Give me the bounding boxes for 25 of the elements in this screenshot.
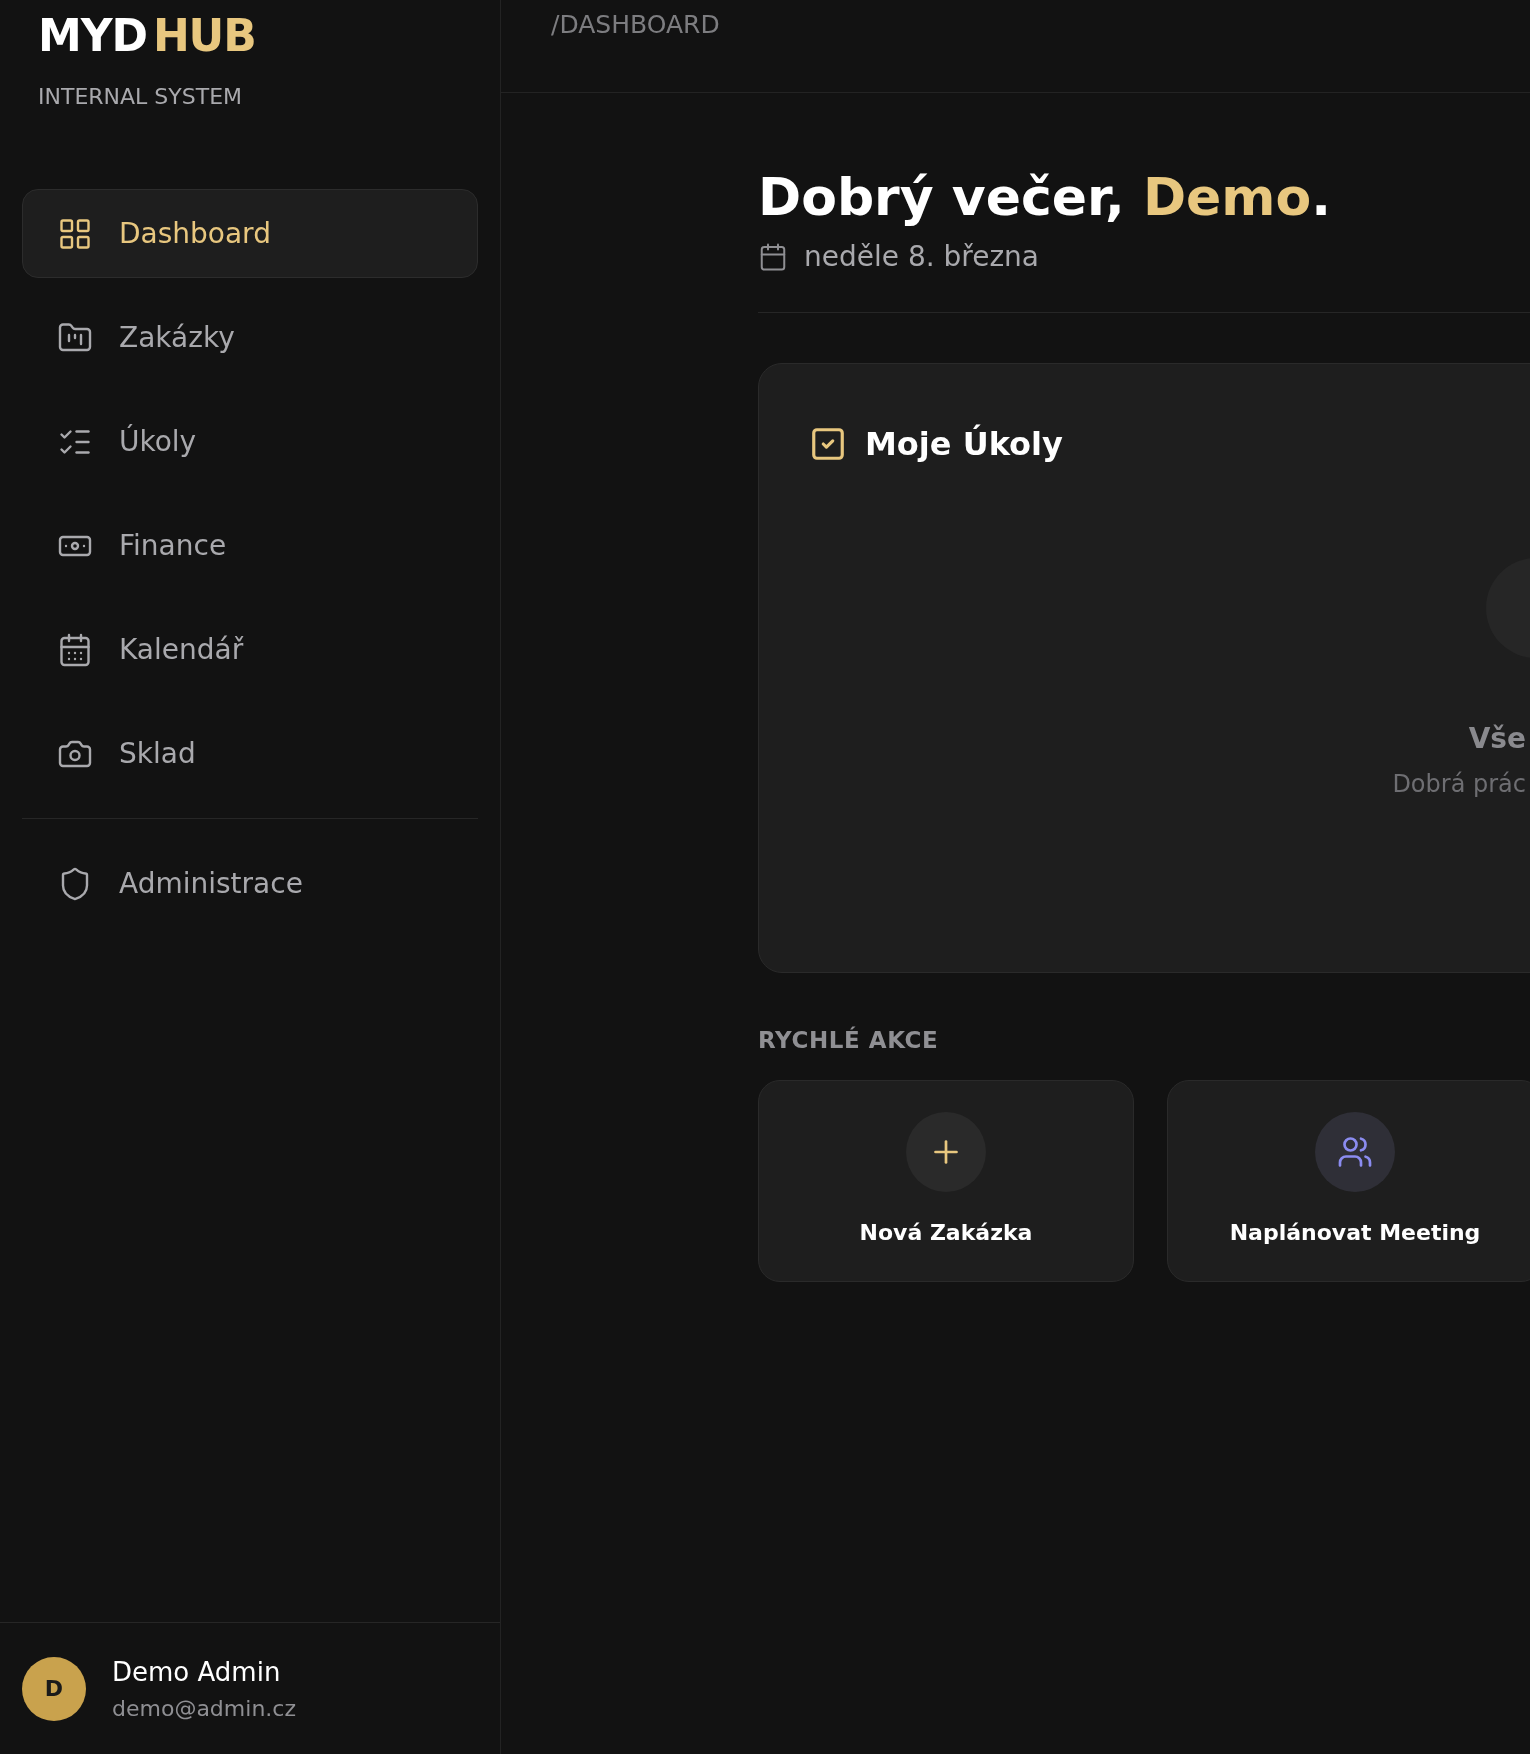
- sidebar-item[interactable]: Úkoly: [22, 397, 478, 486]
- sidebar-item[interactable]: Finance: [22, 501, 478, 590]
- avatar: D: [22, 1656, 86, 1721]
- checkbox-icon: [809, 425, 847, 463]
- quick-action-card[interactable]: Nová Zakázka: [758, 1079, 1134, 1282]
- sidebar-item[interactable]: Sklad: [22, 709, 478, 798]
- calendar-icon: [57, 631, 93, 668]
- section-heading: RYCHLÉ AKCE: [758, 1025, 940, 1055]
- quick-action-card[interactable]: Naplánovat Meeting: [1167, 1079, 1530, 1282]
- empty-state-text: Dobrá prác: [1392, 769, 1526, 800]
- card-title: Moje Úkoly: [865, 423, 1063, 465]
- sidebar-item[interactable]: Zakázky: [22, 293, 478, 382]
- users-icon: [1337, 1134, 1373, 1170]
- date-text: neděle 8. března: [804, 239, 1039, 275]
- user-name: Demo Admin: [112, 1655, 282, 1689]
- user-email: demo@admin.cz: [112, 1694, 296, 1723]
- sidebar-item[interactable]: Dashboard: [22, 189, 478, 278]
- sidebar-item[interactable]: Administrace: [22, 839, 478, 928]
- logo-text: MYD HUB: [38, 14, 257, 58]
- sidebar-item[interactable]: Kalendář: [22, 605, 478, 694]
- breadcrumb: /DASHBOARD: [551, 10, 720, 39]
- empty-state-title: Vše: [1468, 721, 1526, 757]
- calendar-icon: [758, 242, 788, 272]
- greeting-heading: Dobrý večer, Demo.: [758, 166, 1332, 229]
- logo-subtitle: INTERNAL SYSTEM: [38, 83, 243, 111]
